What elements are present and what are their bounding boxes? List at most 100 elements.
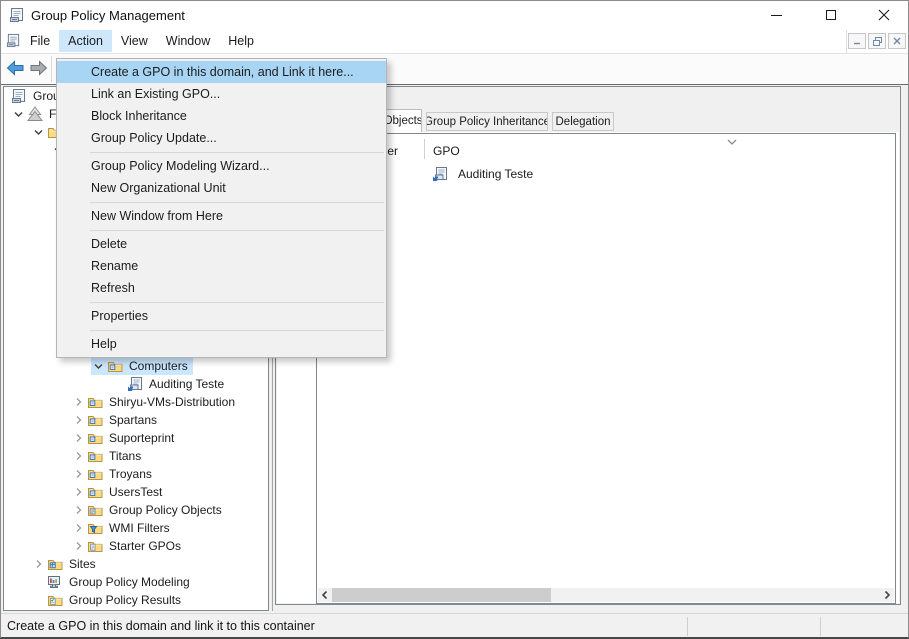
close-button[interactable] <box>862 1 906 29</box>
gpmc-app-icon <box>9 7 25 23</box>
tab-group-policy-inheritance[interactable]: Group Policy Inheritance <box>426 112 548 131</box>
mdi-close-button[interactable] <box>888 33 906 49</box>
ou-folder-icon <box>87 484 103 500</box>
menubar-item-window[interactable]: Window <box>157 30 219 52</box>
menu-item-new-organizational-unit[interactable]: New Organizational Unit <box>57 177 386 199</box>
statusbar-divider <box>687 617 688 636</box>
menu-item-help[interactable]: Help <box>57 333 386 355</box>
mdi-window-controls <box>848 33 906 49</box>
tree-item-auditing-teste[interactable]: Auditing Teste <box>5 375 267 393</box>
tree-item-sites[interactable]: Sites <box>5 555 267 573</box>
tree-item-label: Spartans <box>107 413 159 427</box>
close-icon <box>878 9 890 21</box>
tree-item-label: WMI Filters <box>107 521 172 535</box>
menu-item-link-an-existing-gpo[interactable]: Link an Existing GPO... <box>57 83 386 105</box>
menu-item-properties[interactable]: Properties <box>57 305 386 327</box>
tree-item-userstest[interactable]: UsersTest <box>5 483 267 501</box>
tree-item-group-policy-modeling[interactable]: Group Policy Modeling <box>5 573 267 591</box>
tree-collapsed-chevron-icon[interactable] <box>71 484 87 500</box>
ou-folder-icon <box>87 466 103 482</box>
tree-indent <box>31 574 47 590</box>
toolbar-separator <box>51 56 52 82</box>
tree-collapsed-chevron-icon[interactable] <box>71 502 87 518</box>
tree-expanded-chevron-icon[interactable] <box>11 106 27 122</box>
tree-indent <box>111 376 127 392</box>
tree-item-troyans[interactable]: Troyans <box>5 465 267 483</box>
horizontal-scrollbar[interactable] <box>318 588 894 602</box>
column-header-gpo[interactable]: GPO <box>433 144 460 158</box>
tree-collapsed-chevron-icon[interactable] <box>71 538 87 554</box>
mdi-restore-icon <box>873 37 882 46</box>
tree-item-suporteprint[interactable]: Suporteprint <box>5 429 267 447</box>
ou-folder-icon <box>87 430 103 446</box>
maximize-button[interactable] <box>809 1 853 29</box>
scroll-right-button[interactable] <box>880 588 894 602</box>
menu-item-delete[interactable]: Delete <box>57 233 386 255</box>
tree-item-starter-gpos[interactable]: Starter GPOs <box>5 537 267 555</box>
results-folder-icon <box>47 592 63 608</box>
menu-item-group-policy-modeling-wizard[interactable]: Group Policy Modeling Wizard... <box>57 155 386 177</box>
tree-item-label: Group Policy Objects <box>107 503 224 517</box>
scroll-left-icon <box>321 590 329 600</box>
tab-delegation[interactable]: Delegation <box>552 112 614 131</box>
forward-button[interactable] <box>29 60 48 76</box>
tree-item-spartans[interactable]: Spartans <box>5 411 267 429</box>
tree-expanded-chevron-icon[interactable] <box>91 358 107 374</box>
tree-item-group-policy-objects[interactable]: Group Policy Objects <box>5 501 267 519</box>
mdi-restore-button[interactable] <box>868 33 886 49</box>
ou-folder-icon <box>87 394 103 410</box>
menubar: FileActionViewWindowHelp <box>1 29 908 54</box>
maximize-icon <box>826 10 836 20</box>
gpo-link-icon <box>432 166 448 182</box>
tree-collapsed-chevron-icon[interactable] <box>71 520 87 536</box>
back-button[interactable] <box>6 60 25 76</box>
action-menu: Create a GPO in this domain, and Link it… <box>56 58 387 358</box>
tree-item-label: Group Policy Modeling <box>67 575 192 589</box>
menu-item-refresh[interactable]: Refresh <box>57 277 386 299</box>
minimize-button[interactable] <box>754 1 798 29</box>
menu-item-group-policy-update[interactable]: Group Policy Update... <box>57 127 386 149</box>
menu-separator <box>90 302 384 303</box>
mdi-minimize-button[interactable] <box>848 33 866 49</box>
back-arrow-icon <box>6 60 25 76</box>
group-policy-management-window: Group Policy Management FileActionViewWi… <box>0 0 909 639</box>
tree-collapsed-chevron-icon[interactable] <box>71 394 87 410</box>
menu-separator <box>90 230 384 231</box>
list-chevron-down-icon <box>725 136 739 146</box>
gpo-list-row[interactable]: Auditing Teste <box>317 165 895 183</box>
console-icon <box>11 88 27 104</box>
tree-item-label: Group Policy Results <box>67 593 183 607</box>
tree-collapsed-chevron-icon[interactable] <box>71 412 87 428</box>
tree-collapsed-chevron-icon[interactable] <box>31 556 47 572</box>
scroll-left-button[interactable] <box>318 588 332 602</box>
menu-item-rename[interactable]: Rename <box>57 255 386 277</box>
menubar-item-view[interactable]: View <box>112 30 157 52</box>
scrollbar-thumb[interactable] <box>332 588 551 602</box>
tree-item-titans[interactable]: Titans <box>5 447 267 465</box>
tree-item-label: Starter GPOs <box>107 539 183 553</box>
tree-collapsed-chevron-icon[interactable] <box>71 466 87 482</box>
starter-folder-icon <box>87 538 103 554</box>
menu-item-new-window-from-here[interactable]: New Window from Here <box>57 205 386 227</box>
menu-separator <box>90 202 384 203</box>
tree-expanded-chevron-icon[interactable] <box>31 124 47 140</box>
tree-item-shiryu-vms-distribution[interactable]: Shiryu-VMs-Distribution <box>5 393 267 411</box>
status-text: Create a GPO in this domain and link it … <box>7 619 315 633</box>
menubar-item-action[interactable]: Action <box>59 30 112 52</box>
tree-collapsed-chevron-icon[interactable] <box>71 448 87 464</box>
tree-item-group-policy-results[interactable]: Group Policy Results <box>5 591 267 609</box>
menu-item-block-inheritance[interactable]: Block Inheritance <box>57 105 386 127</box>
menubar-item-file[interactable]: File <box>21 30 59 52</box>
gpo-name: Auditing Teste <box>458 167 533 181</box>
menu-item-create-a-gpo-in-this-domain-and-link-it-here[interactable]: Create a GPO in this domain, and Link it… <box>57 61 386 83</box>
ou-folder-icon <box>107 358 123 374</box>
scrollbar-track[interactable] <box>332 588 880 602</box>
menubar-item-help[interactable]: Help <box>219 30 263 52</box>
tree-indent <box>31 592 47 608</box>
tree-item-computers[interactable]: Computers <box>5 357 267 375</box>
tree-item-wmi-filters[interactable]: WMI Filters <box>5 519 267 537</box>
column-separator[interactable] <box>424 139 425 159</box>
statusbar: Create a GPO in this domain and link it … <box>1 613 908 638</box>
window-title: Group Policy Management <box>31 8 185 23</box>
tree-collapsed-chevron-icon[interactable] <box>71 430 87 446</box>
